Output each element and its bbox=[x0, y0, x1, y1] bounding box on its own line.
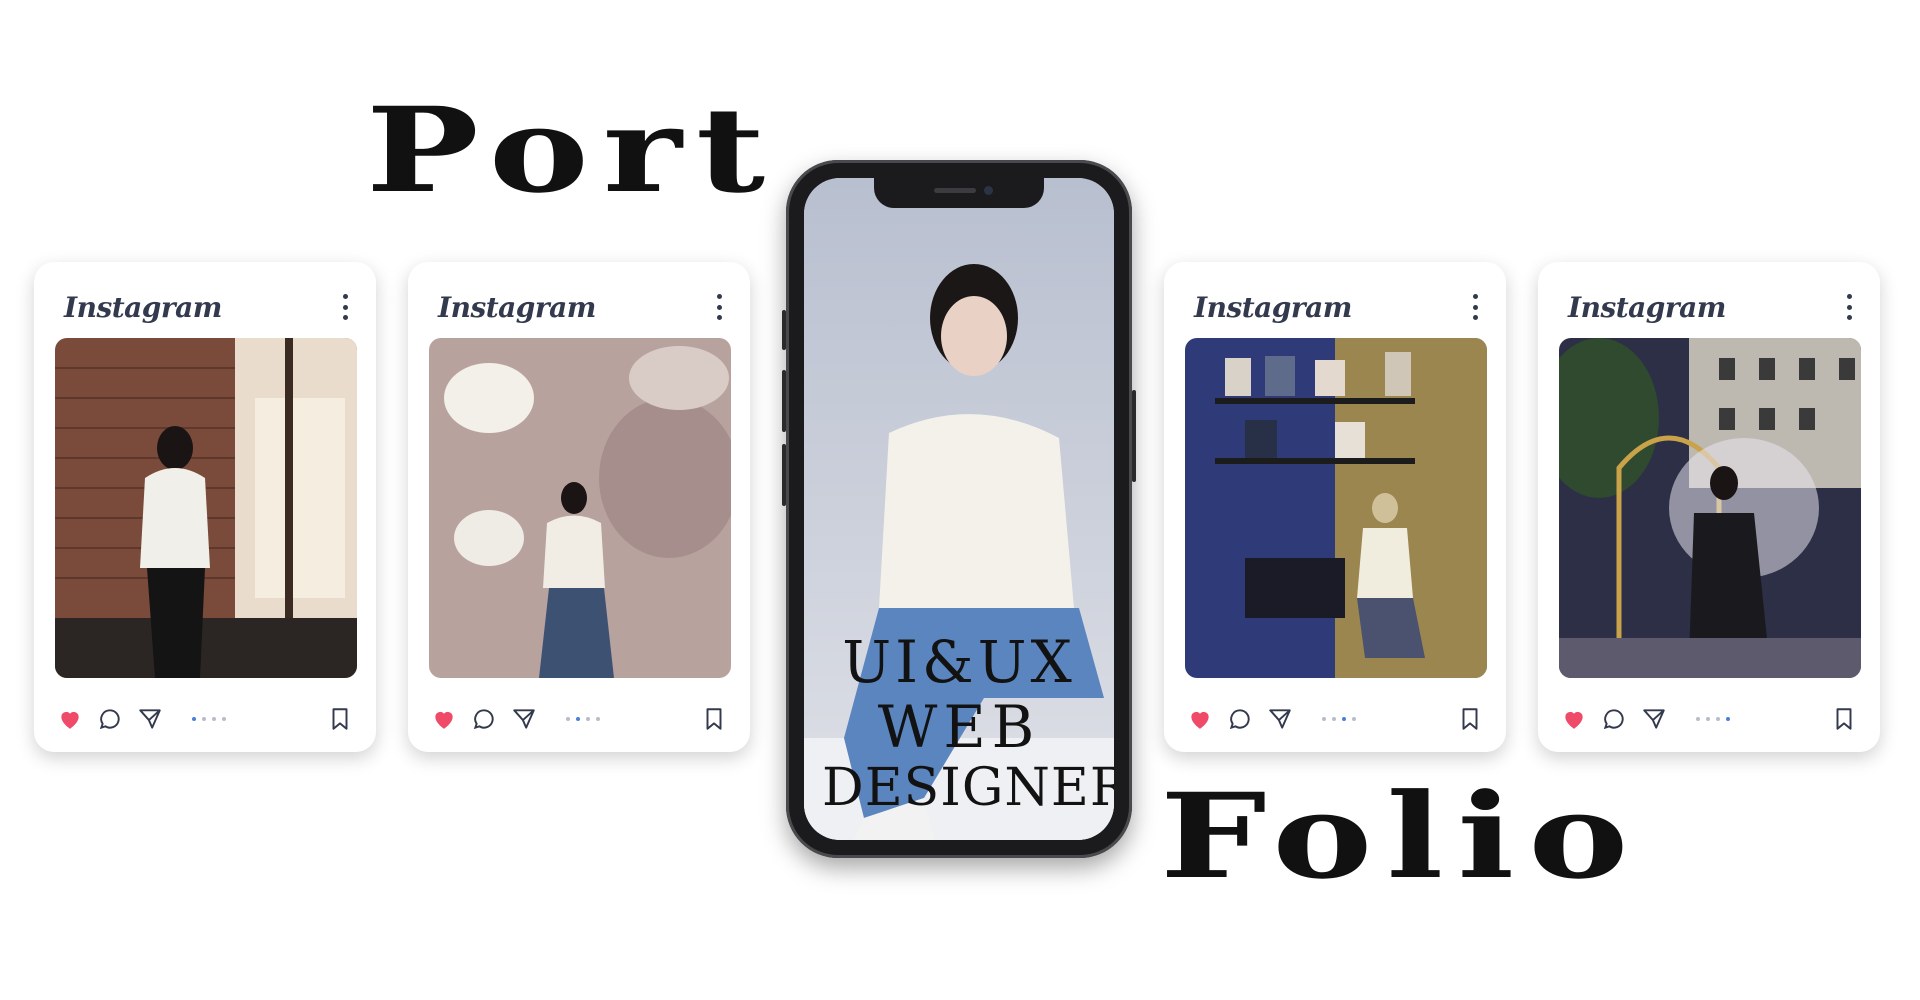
bookmark-icon[interactable] bbox=[1456, 705, 1484, 733]
screen-headline-line: WEB bbox=[877, 693, 1041, 761]
comment-icon[interactable] bbox=[1600, 705, 1628, 733]
carousel-dot bbox=[1706, 717, 1710, 721]
carousel-dot bbox=[202, 717, 206, 721]
phone-mockup: UI&UX WEB DESIGNER bbox=[782, 160, 1136, 858]
instagram-logo: Instagram bbox=[438, 290, 596, 324]
instagram-logo: Instagram bbox=[64, 290, 222, 324]
carousel-dot bbox=[1352, 717, 1356, 721]
carousel-indicator bbox=[192, 717, 226, 721]
phone-volume-down bbox=[782, 444, 786, 506]
carousel-dot bbox=[212, 717, 216, 721]
instagram-logo: Instagram bbox=[1194, 290, 1352, 324]
comment-icon[interactable] bbox=[1226, 705, 1254, 733]
carousel-indicator bbox=[566, 717, 600, 721]
carousel-dot bbox=[1332, 717, 1336, 721]
phone-volume-up bbox=[782, 370, 786, 432]
heart-icon[interactable] bbox=[430, 705, 458, 733]
bookmark-icon[interactable] bbox=[1830, 705, 1858, 733]
heart-icon[interactable] bbox=[56, 705, 84, 733]
phone-power-button bbox=[1132, 390, 1136, 482]
post-actions bbox=[56, 702, 354, 736]
speaker-grille bbox=[934, 188, 976, 193]
post-photo bbox=[55, 338, 357, 678]
title-port: Port bbox=[366, 81, 780, 220]
comment-icon[interactable] bbox=[96, 705, 124, 733]
phone-screen: UI&UX WEB DESIGNER bbox=[804, 178, 1114, 840]
share-icon[interactable] bbox=[136, 705, 164, 733]
carousel-dot bbox=[222, 717, 226, 721]
title-folio: Folio bbox=[1160, 767, 1643, 906]
carousel-dot bbox=[1716, 717, 1720, 721]
bookmark-icon[interactable] bbox=[700, 705, 728, 733]
post-photo bbox=[1559, 338, 1861, 678]
carousel-dot bbox=[1696, 717, 1700, 721]
carousel-dot bbox=[1726, 717, 1730, 721]
instagram-post-card: Instagram bbox=[408, 262, 750, 752]
more-options-icon[interactable] bbox=[714, 294, 724, 320]
comment-icon[interactable] bbox=[470, 705, 498, 733]
post-actions bbox=[1560, 702, 1858, 736]
instagram-post-card: Instagram bbox=[34, 262, 376, 752]
carousel-dot bbox=[1342, 717, 1346, 721]
carousel-dot bbox=[192, 717, 196, 721]
more-options-icon[interactable] bbox=[340, 294, 350, 320]
carousel-dot bbox=[1322, 717, 1326, 721]
phone-mute-switch bbox=[782, 310, 786, 350]
heart-icon[interactable] bbox=[1560, 705, 1588, 733]
carousel-dot bbox=[596, 717, 600, 721]
post-header: Instagram bbox=[1194, 282, 1480, 332]
carousel-dot bbox=[576, 717, 580, 721]
post-header: Instagram bbox=[64, 282, 350, 332]
post-actions bbox=[1186, 702, 1484, 736]
share-icon[interactable] bbox=[1266, 705, 1294, 733]
instagram-logo: Instagram bbox=[1568, 290, 1726, 324]
share-icon[interactable] bbox=[510, 705, 538, 733]
post-photo bbox=[1185, 338, 1487, 678]
post-header: Instagram bbox=[438, 282, 724, 332]
more-options-icon[interactable] bbox=[1470, 294, 1480, 320]
instagram-post-card: Instagram bbox=[1538, 262, 1880, 752]
instagram-post-card: Instagram bbox=[1164, 262, 1506, 752]
carousel-indicator bbox=[1696, 717, 1730, 721]
front-camera-icon bbox=[984, 186, 993, 195]
carousel-dot bbox=[586, 717, 590, 721]
carousel-dot bbox=[566, 717, 570, 721]
screen-headline-line: DESIGNER bbox=[822, 758, 1114, 818]
share-icon[interactable] bbox=[1640, 705, 1668, 733]
post-photo bbox=[429, 338, 731, 678]
heart-icon[interactable] bbox=[1186, 705, 1214, 733]
screen-headline-line: UI&UX bbox=[842, 628, 1076, 696]
phone-notch bbox=[874, 178, 1044, 208]
bookmark-icon[interactable] bbox=[326, 705, 354, 733]
carousel-indicator bbox=[1322, 717, 1356, 721]
more-options-icon[interactable] bbox=[1844, 294, 1854, 320]
post-header: Instagram bbox=[1568, 282, 1854, 332]
post-actions bbox=[430, 702, 728, 736]
